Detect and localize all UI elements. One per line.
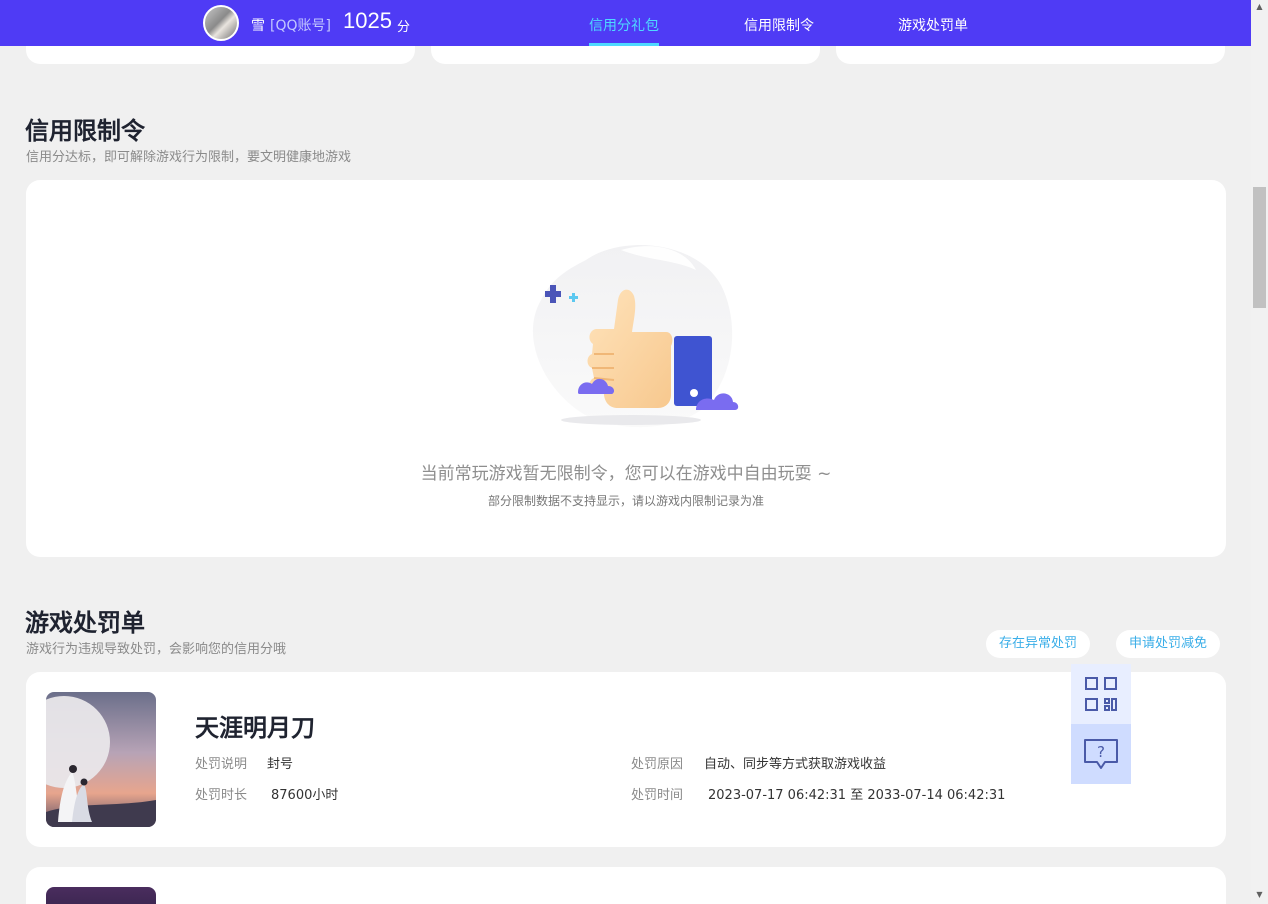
abnormal-penalty-button[interactable]: 存在异常处罚 — [986, 630, 1091, 658]
scroll-up-arrow-icon[interactable]: ▲ — [1253, 0, 1266, 14]
tab-credit-gift[interactable]: 信用分礼包 — [589, 15, 659, 35]
penalty-section-subtitle: 游戏行为违规导致处罚，会影响您的信用分哦 — [26, 642, 287, 657]
svg-text:?: ? — [1097, 743, 1105, 761]
restriction-empty-card: 当前常玩游戏暂无限制令，您可以在游戏中自由玩耍 ~ 部分限制数据不支持显示，请以… — [26, 180, 1226, 557]
scrollbar-thumb[interactable] — [1253, 187, 1266, 308]
scroll-down-arrow-icon[interactable]: ▼ — [1253, 888, 1266, 902]
penalty-time-value: 2023-07-17 06:42:31 至 2033-07-14 06:42:3… — [708, 788, 1006, 803]
help-chat-icon: ? — [1084, 739, 1118, 769]
penalty-desc-value: 封号 — [267, 757, 294, 772]
penalty-card: 天涯明月刀 处罚说明 封号 处罚时长 87600小时 处罚原因 自动、同步等方式… — [26, 672, 1226, 847]
floating-toolbar: ? — [1071, 664, 1131, 784]
qr-code-icon — [1085, 677, 1117, 711]
active-tab-indicator — [589, 43, 659, 46]
empty-state-message: 当前常玩游戏暂无限制令，您可以在游戏中自由玩耍 ~ — [420, 464, 832, 484]
penalty-reason-value: 自动、同步等方式获取游戏收益 — [704, 757, 887, 772]
penalty-section-title: 游戏处罚单 — [25, 609, 145, 637]
top-header: 雪 [QQ账号] 1025 分 信用分礼包 信用限制令 游戏处罚单 — [0, 0, 1251, 46]
account-type: [QQ账号] — [270, 18, 331, 34]
penalty-duration-label: 处罚时长 — [195, 788, 248, 803]
game-title: 天涯明月刀 — [195, 714, 315, 742]
username: 雪 — [251, 18, 265, 34]
penalty-reason-label: 处罚原因 — [631, 757, 684, 772]
tab-credit-restriction[interactable]: 信用限制令 — [744, 15, 814, 35]
penalty-time-label: 处罚时间 — [631, 788, 684, 803]
penalty-card — [26, 867, 1226, 904]
page-scrollbar[interactable] — [1251, 0, 1268, 904]
help-chat-button[interactable]: ? — [1071, 724, 1131, 784]
game-cover-image — [46, 887, 156, 904]
penalty-appeal-button[interactable]: 申请处罚减免 — [1116, 630, 1221, 658]
empty-state-note: 部分限制数据不支持显示，请以游戏内限制记录为准 — [487, 494, 764, 508]
thumbs-up-icon — [532, 245, 739, 428]
game-cover-image — [46, 692, 156, 827]
credit-score: 1025 — [343, 8, 392, 33]
restriction-section-subtitle: 信用分达标，即可解除游戏行为限制，要文明健康地游戏 — [26, 150, 352, 165]
penalty-duration-value: 87600小时 — [271, 788, 339, 803]
restriction-section-title: 信用限制令 — [25, 117, 145, 145]
qr-code-button[interactable] — [1071, 664, 1131, 724]
avatar[interactable] — [203, 5, 239, 41]
credit-score-unit: 分 — [397, 20, 411, 35]
tab-game-penalty[interactable]: 游戏处罚单 — [898, 15, 968, 35]
penalty-desc-label: 处罚说明 — [195, 757, 248, 772]
